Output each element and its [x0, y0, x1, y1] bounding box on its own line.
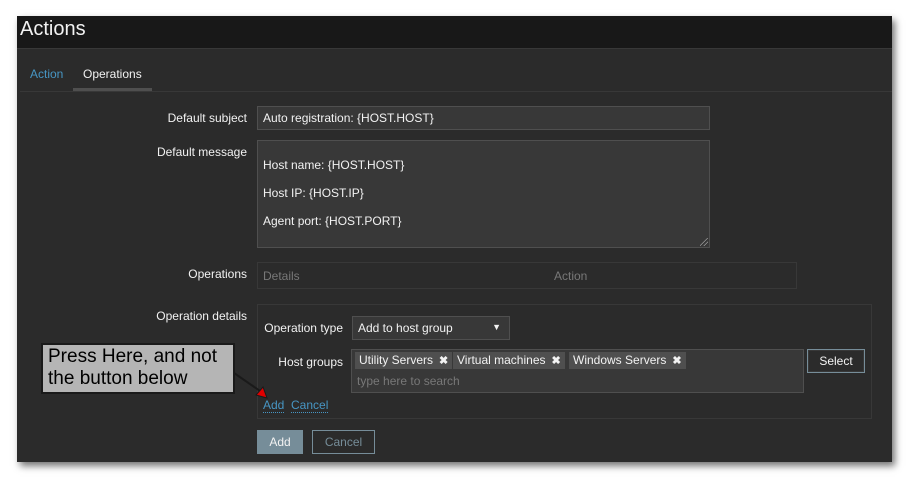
dropdown-arrow-icon: ▼	[492, 322, 501, 332]
page-title: Actions	[20, 18, 86, 40]
message-line: Host IP: {HOST.IP}	[263, 186, 364, 200]
actions-window: Actions Action Operations Default subjec…	[17, 16, 892, 462]
host-group-chip[interactable]: Utility Servers ✖	[355, 352, 453, 369]
tab-bar: Action Operations	[20, 59, 892, 92]
default-message-label: Default message	[156, 145, 247, 159]
tab-operations[interactable]: Operations	[73, 59, 152, 91]
host-groups-label: Host groups	[278, 355, 343, 369]
chip-label: Windows Servers	[573, 353, 667, 367]
annotation-callout: Press Here, and not the button below	[41, 343, 235, 394]
host-groups-multiselect[interactable]: Utility Servers ✖ Virtual machines ✖ Windo…	[351, 349, 804, 393]
operation-type-select[interactable]: Add to host group ▼	[352, 316, 510, 340]
cancel-button[interactable]: Cancel	[312, 430, 375, 454]
default-message-textarea[interactable]: Host name: {HOST.HOST} Host IP: {HOST.IP…	[257, 140, 710, 248]
default-subject-input[interactable]: Auto registration: {HOST.HOST}	[257, 106, 710, 130]
annotation-arrow-icon	[233, 372, 268, 399]
operations-column-details: Details	[263, 269, 300, 283]
remove-icon[interactable]: ✖	[552, 355, 561, 367]
add-operation-link[interactable]: Add	[263, 399, 285, 413]
operation-type-value: Add to host group	[358, 321, 453, 335]
message-line: Host name: {HOST.HOST}	[263, 158, 405, 172]
operations-table: Details Action	[257, 262, 797, 289]
host-group-chip[interactable]: Windows Servers ✖	[569, 352, 686, 369]
message-line: Agent port: {HOST.PORT}	[263, 214, 402, 228]
annotation-line: the button below	[48, 368, 188, 389]
resize-grip-icon[interactable]	[700, 238, 708, 246]
remove-icon[interactable]: ✖	[439, 355, 448, 367]
select-button[interactable]: Select	[807, 349, 865, 373]
annotation-line: Press Here, and not	[48, 346, 217, 367]
cancel-operation-link[interactable]: Cancel	[291, 399, 329, 413]
operation-details-box: Operation type Add to host group ▼ Host …	[257, 304, 872, 419]
chip-label: Virtual machines	[457, 353, 546, 367]
remove-icon[interactable]: ✖	[672, 355, 681, 367]
host-group-chip[interactable]: Virtual machines ✖	[453, 352, 565, 369]
operations-column-action: Action	[554, 269, 588, 283]
add-button[interactable]: Add	[257, 430, 303, 454]
operation-details-label: Operation details	[156, 309, 247, 323]
page-header: Actions	[17, 16, 892, 49]
chip-label: Utility Servers	[359, 353, 434, 367]
host-groups-search-input[interactable]: type here to search	[357, 374, 460, 388]
tab-action[interactable]: Action	[20, 59, 73, 90]
operation-type-label: Operation type	[264, 321, 343, 335]
operations-label: Operations	[188, 267, 247, 281]
default-subject-label: Default subject	[167, 111, 247, 125]
